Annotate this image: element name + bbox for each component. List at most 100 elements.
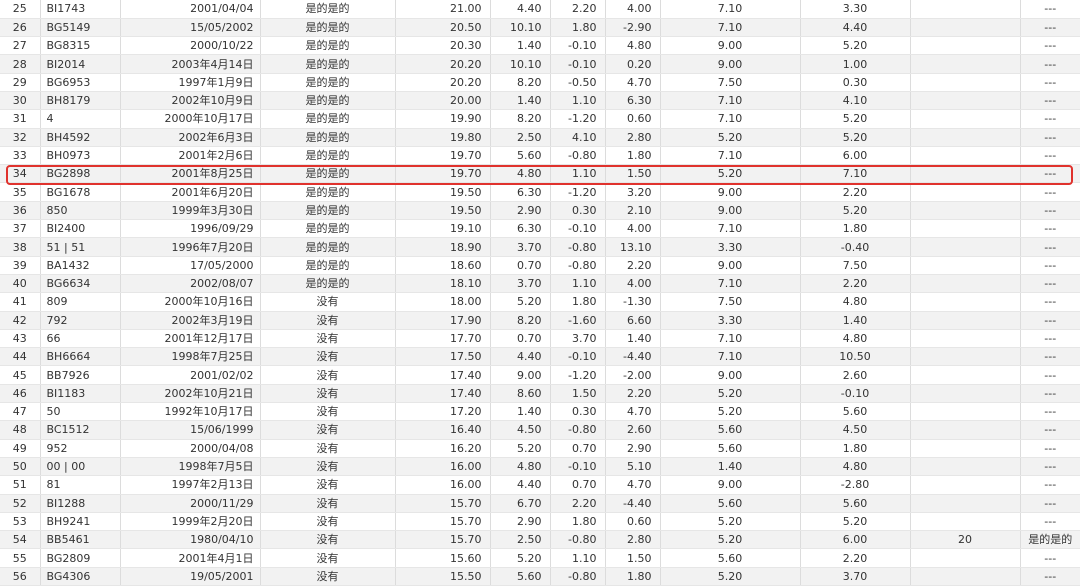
cell-value-c: -0.10: [550, 36, 606, 56]
table-row[interactable]: 49 952 2000/04/08 没有 16.20 5.20 0.70 2.90 5.60 1.…: [0, 439, 1080, 458]
cell-value-d: -2.90: [605, 18, 661, 38]
cell-status: 是的是的: [260, 164, 396, 184]
table-row[interactable]: 53 BH9241 1999年2月20日 没有 15.70 2.90 1.80 0.60 5.2…: [0, 512, 1080, 532]
cell-extra-value: [910, 439, 1021, 458]
table-row[interactable]: 55 BG2809 2001年4月1日 没有 15.60 5.20 1.10 1.50 5.60…: [0, 548, 1080, 568]
cell-value-d: 1.50: [605, 548, 661, 568]
table-row[interactable]: 29 BG6953 1997年1月9日 是的是的 20.20 8.20 -0.50 4.70 7…: [0, 73, 1080, 92]
cell-record-id: 4: [40, 109, 121, 129]
table-row[interactable]: 48 BC1512 15/06/1999 没有 16.40 4.50 -0.80 2.60 5.…: [0, 420, 1080, 440]
cell-value-f: -0.40: [800, 237, 911, 257]
cell-value-a: 17.50: [395, 347, 491, 367]
cell-status: 是的是的: [260, 18, 396, 38]
cell-value-d: -2.00: [605, 365, 661, 385]
cell-value-e: 7.10: [660, 0, 801, 19]
table-row[interactable]: 25 BI1743 2001/04/04 是的是的 21.00 4.40 2.20 4.00 7…: [0, 0, 1080, 19]
cell-value-a: 17.70: [395, 329, 491, 349]
table-row[interactable]: 39 BA1432 17/05/2000 是的是的 18.60 0.70 -0.80 2.20…: [0, 256, 1080, 275]
cell-value-c: -1.20: [550, 182, 606, 202]
table-row[interactable]: 37 BI2400 1996/09/29 是的是的 19.10 6.30 -0.10 4.00…: [0, 219, 1080, 239]
cell-value-f: 4.10: [800, 91, 911, 111]
cell-row-number: 39: [0, 256, 41, 275]
cell-value-d: 1.80: [605, 146, 661, 166]
cell-value-c: 0.30: [550, 402, 606, 422]
cell-flag-extra: ---: [1020, 237, 1080, 257]
cell-date: 2002年6月3日: [120, 128, 261, 147]
cell-value-e: 9.00: [660, 256, 801, 275]
cell-extra-value: [910, 402, 1021, 422]
cell-value-a: 17.90: [395, 311, 491, 330]
table-row[interactable]: 31 4 2000年10月17日 是的是的 19.90 8.20 -1.20 0.60 7.10…: [0, 109, 1080, 129]
table-row[interactable]: 38 51 | 51 1996年7月20日 是的是的 18.90 3.70 -0.80 13.…: [0, 237, 1080, 257]
table-row[interactable]: 54 BB5461 1980/04/10 没有 15.70 2.50 -0.80 2.80 5.…: [0, 530, 1080, 550]
cell-value-b: 2.90: [490, 201, 551, 221]
cell-row-number: 54: [0, 530, 41, 550]
cell-date: 1996年7月20日: [120, 237, 261, 257]
cell-status: 是的是的: [260, 219, 396, 239]
cell-row-number: 50: [0, 457, 41, 477]
table-row[interactable]: 40 BG6634 2002/08/07 是的是的 18.10 3.70 1.10 4.00 7…: [0, 274, 1080, 294]
table-row[interactable]: 28 BI2014 2003年4月14日 是的是的 20.20 10.10 -0.10 0.2…: [0, 54, 1080, 74]
table-row[interactable]: 34 BG2898 2001年8月25日 是的是的 19.70 4.80 1.10 1.50 5…: [0, 164, 1080, 184]
table-row[interactable]: 46 BI1183 2002年10月21日 没有 17.40 8.60 1.50 2.20 5.…: [0, 384, 1080, 404]
cell-record-id: BG6634: [40, 274, 121, 294]
cell-date: 1996/09/29: [120, 219, 261, 239]
cell-status: 是的是的: [260, 182, 396, 202]
cell-date: 2001年6月20日: [120, 182, 261, 202]
cell-value-e: 5.60: [660, 494, 801, 513]
cell-value-c: -0.80: [550, 146, 606, 166]
cell-flag-extra: ---: [1020, 18, 1080, 38]
table-row[interactable]: 26 BG5149 15/05/2002 是的是的 20.50 10.10 1.80 -2.9…: [0, 18, 1080, 38]
cell-flag-extra: ---: [1020, 73, 1080, 92]
cell-record-id: BI1183: [40, 384, 121, 404]
cell-row-number: 47: [0, 402, 41, 422]
table-row[interactable]: 27 BG8315 2000/10/22 是的是的 20.30 1.40 -0.10 4.80…: [0, 36, 1080, 56]
cell-record-id: 809: [40, 292, 121, 312]
cell-extra-value: [910, 548, 1021, 568]
cell-row-number: 32: [0, 128, 41, 147]
cell-value-e: 7.10: [660, 91, 801, 111]
cell-value-a: 16.40: [395, 420, 491, 440]
cell-record-id: BH0973: [40, 146, 121, 166]
cell-date: 1998年7月5日: [120, 457, 261, 477]
table-row[interactable]: 36 850 1999年3月30日 是的是的 19.50 2.90 0.30 2.10 9.00…: [0, 201, 1080, 221]
cell-extra-value: [910, 567, 1021, 586]
table-row[interactable]: 45 BB7926 2001/02/02 没有 17.40 9.00 -1.20 -2.00 9…: [0, 365, 1080, 385]
table-row[interactable]: 43 66 2001年12月17日 没有 17.70 0.70 3.70 1.40 7.10 4.…: [0, 329, 1080, 349]
cell-value-e: 7.50: [660, 292, 801, 312]
table-row[interactable]: 30 BH8179 2002年10月9日 是的是的 20.00 1.40 1.10 6.30 7…: [0, 91, 1080, 111]
table-row[interactable]: 56 BG4306 19/05/2001 没有 15.50 5.60 -0.80 1.80 5.…: [0, 567, 1080, 586]
cell-status: 没有: [260, 475, 396, 495]
table-row[interactable]: 44 BH6664 1998年7月25日 没有 17.50 4.40 -0.10 -4.40 7…: [0, 347, 1080, 367]
cell-value-f: 1.00: [800, 54, 911, 74]
table-row[interactable]: 41 809 2000年10月16日 没有 18.00 5.20 1.80 -1.30 7.50…: [0, 292, 1080, 312]
cell-value-f: 4.80: [800, 329, 911, 349]
cell-value-d: 4.00: [605, 274, 661, 294]
table-row[interactable]: 52 BI1288 2000/11/29 没有 15.70 6.70 2.20 -4.40 5.…: [0, 494, 1080, 513]
cell-row-number: 42: [0, 311, 41, 330]
table-row[interactable]: 33 BH0973 2001年2月6日 是的是的 19.70 5.60 -0.80 1.80 7…: [0, 146, 1080, 166]
table-row[interactable]: 50 00 | 00 1998年7月5日 没有 16.00 4.80 -0.10 5.10 1.…: [0, 457, 1080, 477]
cell-record-id: BG1678: [40, 182, 121, 202]
cell-value-e: 9.00: [660, 365, 801, 385]
cell-value-c: 1.80: [550, 18, 606, 38]
cell-value-a: 18.10: [395, 274, 491, 294]
cell-value-c: -0.10: [550, 54, 606, 74]
table-row[interactable]: 47 50 1992年10月17日 没有 17.20 1.40 0.30 4.70 5.20 5.…: [0, 402, 1080, 422]
table-row[interactable]: 42 792 2002年3月19日 没有 17.90 8.20 -1.60 6.60 3.30 1…: [0, 311, 1080, 330]
cell-row-number: 49: [0, 439, 41, 458]
table-body: 25 BI1743 2001/04/04 是的是的 21.00 4.40 2.20 4.00 7…: [0, 0, 1080, 586]
cell-extra-value: [910, 219, 1021, 239]
cell-flag-extra: ---: [1020, 54, 1080, 74]
cell-value-c: 0.70: [550, 475, 606, 495]
table-row[interactable]: 32 BH4592 2002年6月3日 是的是的 19.80 2.50 4.10 2.80 5.…: [0, 128, 1080, 147]
cell-value-a: 16.20: [395, 439, 491, 458]
cell-value-b: 10.10: [490, 18, 551, 38]
cell-flag-extra: ---: [1020, 329, 1080, 349]
cell-date: 2001年4月1日: [120, 548, 261, 568]
table-row[interactable]: 51 81 1997年2月13日 没有 16.00 4.40 0.70 4.70 9.00 -2.…: [0, 475, 1080, 495]
cell-extra-value: [910, 475, 1021, 495]
cell-value-d: 2.80: [605, 530, 661, 550]
table-row[interactable]: 35 BG1678 2001年6月20日 是的是的 19.50 6.30 -1.20 3.20…: [0, 182, 1080, 202]
cell-extra-value: [910, 146, 1021, 166]
